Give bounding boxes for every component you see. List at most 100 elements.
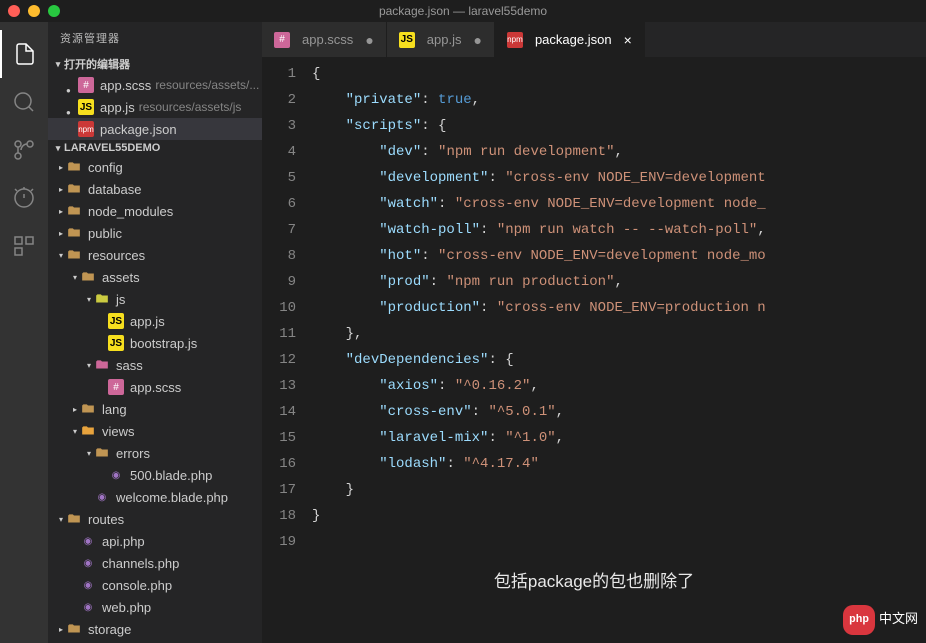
- search-icon[interactable]: [0, 78, 48, 126]
- tree-file[interactable]: ◉welcome.blade.php: [48, 486, 262, 508]
- tab-label: app.js: [427, 32, 462, 47]
- line-gutter: 12345678910111213141516171819: [262, 57, 312, 643]
- line-number: 10: [262, 295, 296, 321]
- chevron-down-icon: ▾: [56, 251, 66, 260]
- line-number: 15: [262, 425, 296, 451]
- chevron-down-icon: ▾: [84, 449, 94, 458]
- line-number: 8: [262, 243, 296, 269]
- line-number: 13: [262, 373, 296, 399]
- close-icon[interactable]: ×: [624, 32, 632, 48]
- code-line[interactable]: "axios": "^0.16.2",: [312, 373, 926, 399]
- code-line[interactable]: "hot": "cross-env NODE_ENV=development n…: [312, 243, 926, 269]
- tree-item-label: views: [102, 424, 135, 439]
- code-line[interactable]: "devDependencies": {: [312, 347, 926, 373]
- window-maximize-button[interactable]: [48, 5, 60, 17]
- project-label: LARAVEL55DEMO: [64, 142, 160, 154]
- tree-folder[interactable]: ▾resources: [48, 244, 262, 266]
- tree-folder[interactable]: ▸database: [48, 178, 262, 200]
- window-close-button[interactable]: [8, 5, 20, 17]
- code-line[interactable]: "cross-env": "^5.0.1",: [312, 399, 926, 425]
- editor-tab[interactable]: npmpackage.json×: [495, 22, 645, 57]
- open-editors-header[interactable]: ▾ 打开的编辑器: [48, 54, 262, 74]
- code-line[interactable]: "private": true,: [312, 87, 926, 113]
- debug-icon[interactable]: [0, 174, 48, 222]
- code-line[interactable]: "laravel-mix": "^1.0",: [312, 425, 926, 451]
- editor-tab[interactable]: JSapp.js●: [387, 22, 495, 57]
- code-line[interactable]: "scripts": {: [312, 113, 926, 139]
- line-number: 7: [262, 217, 296, 243]
- tree-folder[interactable]: ▸config: [48, 156, 262, 178]
- tree-item-label: assets: [102, 270, 140, 285]
- code-line[interactable]: "lodash": "^4.17.4": [312, 451, 926, 477]
- chevron-right-icon: ▸: [56, 207, 66, 216]
- tab-label: app.scss: [302, 32, 353, 47]
- tree-file[interactable]: #app.scss: [48, 376, 262, 398]
- tree-file[interactable]: ◉api.php: [48, 530, 262, 552]
- open-editor-item[interactable]: JSapp.jsresources/assets/js: [48, 96, 262, 118]
- code-editor[interactable]: 12345678910111213141516171819 { "private…: [262, 57, 926, 643]
- editor-item-path: resources/assets/js: [139, 100, 242, 114]
- tree-folder[interactable]: ▾js: [48, 288, 262, 310]
- code-line[interactable]: "watch-poll": "npm run watch -- --watch-…: [312, 217, 926, 243]
- line-number: 2: [262, 87, 296, 113]
- tree-folder[interactable]: ▸lang: [48, 398, 262, 420]
- tree-item-label: console.php: [102, 578, 172, 593]
- chevron-down-icon: ▾: [52, 59, 64, 70]
- annotation-text: 包括package的包也删除了: [494, 569, 694, 595]
- code-line[interactable]: "prod": "npm run production",: [312, 269, 926, 295]
- tree-file[interactable]: ◉console.php: [48, 574, 262, 596]
- code-content[interactable]: { "private": true, "scripts": { "dev": "…: [312, 57, 926, 643]
- tree-folder[interactable]: ▸storage: [48, 618, 262, 640]
- project-header[interactable]: ▾ LARAVEL55DEMO: [48, 140, 262, 156]
- activity-bar: [0, 22, 48, 643]
- tree-item-label: node_modules: [88, 204, 173, 219]
- modified-indicator-icon: [66, 103, 74, 111]
- explorer-icon[interactable]: [0, 30, 48, 78]
- code-line[interactable]: {: [312, 61, 926, 87]
- tree-folder[interactable]: ▾assets: [48, 266, 262, 288]
- code-line[interactable]: "production": "cross-env NODE_ENV=produc…: [312, 295, 926, 321]
- tree-file[interactable]: ◉500.blade.php: [48, 464, 262, 486]
- extensions-icon[interactable]: [0, 222, 48, 270]
- code-line[interactable]: }: [312, 477, 926, 503]
- tree-folder[interactable]: ▾errors: [48, 442, 262, 464]
- tree-file[interactable]: ◉channels.php: [48, 552, 262, 574]
- window-minimize-button[interactable]: [28, 5, 40, 17]
- tree-folder[interactable]: ▸public: [48, 222, 262, 244]
- source-control-icon[interactable]: [0, 126, 48, 174]
- tree-item-label: api.php: [102, 534, 145, 549]
- line-number: 6: [262, 191, 296, 217]
- code-line[interactable]: "dev": "npm run development",: [312, 139, 926, 165]
- line-number: 3: [262, 113, 296, 139]
- code-line[interactable]: },: [312, 321, 926, 347]
- tree-file[interactable]: ◉web.php: [48, 596, 262, 618]
- code-line[interactable]: "watch": "cross-env NODE_ENV=development…: [312, 191, 926, 217]
- tree-folder[interactable]: ▾views: [48, 420, 262, 442]
- tree-item-label: routes: [88, 512, 124, 527]
- tree-item-label: database: [88, 182, 142, 197]
- tree-file[interactable]: JSbootstrap.js: [48, 332, 262, 354]
- code-line[interactable]: }: [312, 503, 926, 529]
- open-editor-item[interactable]: npmpackage.json: [48, 118, 262, 140]
- editor-item-name: app.js: [100, 100, 135, 115]
- line-number: 12: [262, 347, 296, 373]
- tree-file[interactable]: JSapp.js: [48, 310, 262, 332]
- line-number: 17: [262, 477, 296, 503]
- watermark: php 中文网: [843, 605, 918, 635]
- open-editors-label: 打开的编辑器: [64, 56, 130, 72]
- modified-indicator-icon: ●: [365, 32, 373, 48]
- tree-item-label: web.php: [102, 600, 151, 615]
- tree-item-label: channels.php: [102, 556, 179, 571]
- tree-folder[interactable]: ▾sass: [48, 354, 262, 376]
- code-line[interactable]: [312, 529, 926, 555]
- line-number: 11: [262, 321, 296, 347]
- open-editor-item[interactable]: #app.scssresources/assets/...: [48, 74, 262, 96]
- editor-tab[interactable]: #app.scss●: [262, 22, 387, 57]
- tree-folder[interactable]: ▸ node_modules: [48, 200, 262, 222]
- editor-item-name: app.scss: [100, 78, 151, 93]
- tree-folder[interactable]: ▾routes: [48, 508, 262, 530]
- line-number: 1: [262, 61, 296, 87]
- modified-indicator-icon: [66, 125, 74, 133]
- chevron-down-icon: ▾: [52, 143, 64, 154]
- code-line[interactable]: "development": "cross-env NODE_ENV=devel…: [312, 165, 926, 191]
